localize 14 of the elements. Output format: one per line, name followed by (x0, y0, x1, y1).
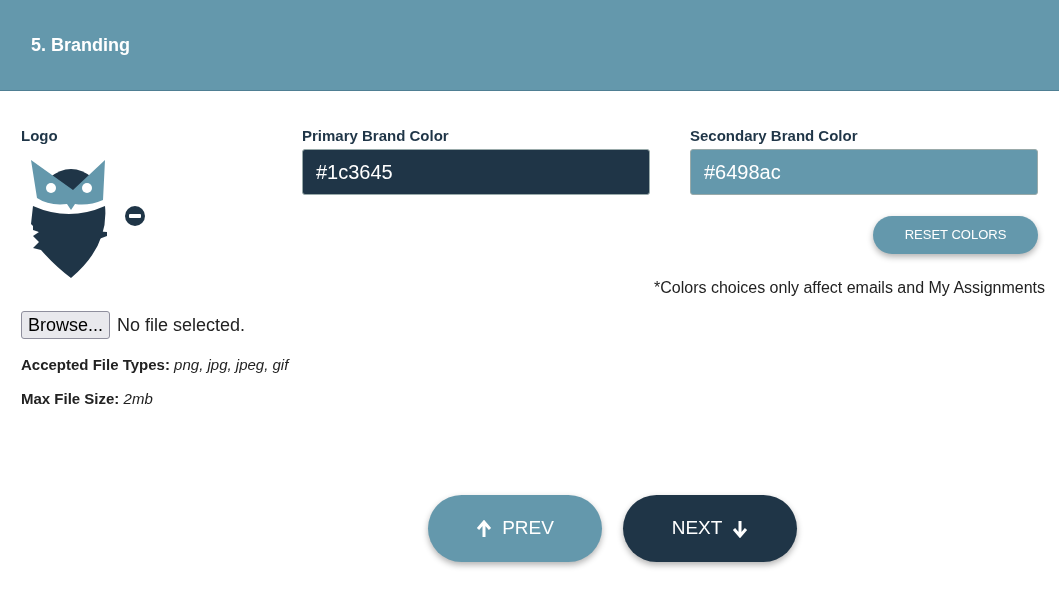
color-input-field[interactable]: #1c3645 (302, 149, 650, 195)
arrow-down-icon (732, 519, 749, 538)
field-label: Primary Brand Color (302, 127, 450, 145)
file-status: No file selected. (117, 313, 246, 337)
arrow-up-icon (476, 519, 493, 538)
browse-button[interactable]: Browse... (21, 311, 111, 339)
page-title: 5. Branding (31, 33, 130, 57)
next-button[interactable]: NEXT (623, 495, 797, 562)
colors-note: *Colors choices only affect emails and My Assignments (654, 278, 1045, 298)
file-info-text: Max File Size: 2mb (21, 388, 154, 409)
remove-icon[interactable] (125, 206, 145, 226)
file-info-text: Accepted File Types: png, jpg, jpeg, gif (21, 355, 291, 375)
logo-label: Logo (21, 127, 59, 145)
field-label: Secondary Brand Color (690, 127, 859, 145)
